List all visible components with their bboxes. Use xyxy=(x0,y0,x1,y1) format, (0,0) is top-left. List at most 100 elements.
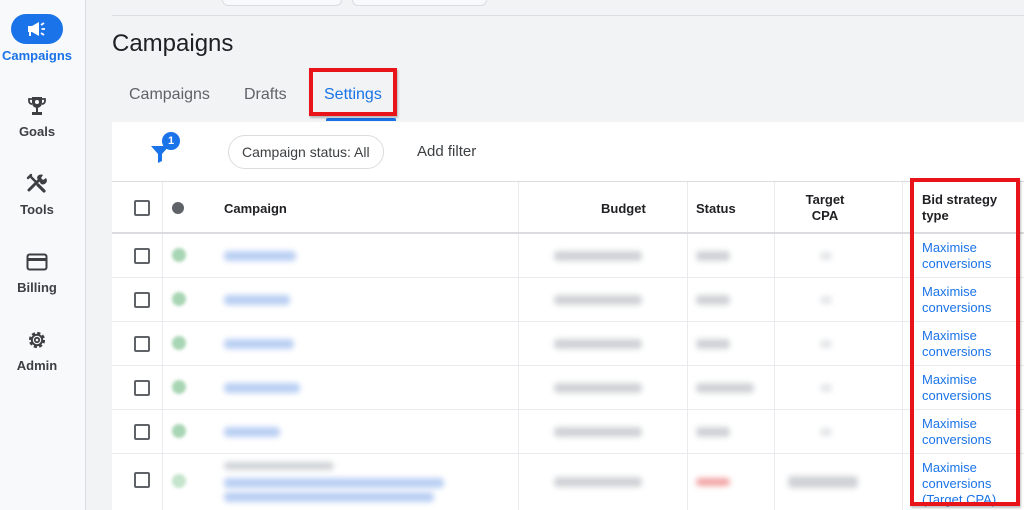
budget-redacted xyxy=(554,383,642,393)
bid-strategy-line: Maximise xyxy=(922,284,977,299)
select-all-checkbox[interactable] xyxy=(134,200,150,216)
status-redacted xyxy=(696,339,730,349)
budget-redacted xyxy=(554,427,642,437)
bid-strategy-line: conversions xyxy=(922,432,992,447)
active-indicator xyxy=(11,14,63,44)
status-redacted xyxy=(696,383,754,393)
table-row[interactable]: Maximise conversions xyxy=(112,234,1024,278)
sidebar-item-billing[interactable]: Billing xyxy=(0,250,74,295)
trophy-icon xyxy=(28,97,46,115)
sidebar-item-label: Tools xyxy=(20,202,54,217)
toolbar-chip[interactable] xyxy=(222,0,342,6)
table-row[interactable]: Maximise conversions (Target CPA) xyxy=(112,454,1024,510)
credit-card-icon xyxy=(26,253,48,271)
bid-strategy-line: Maximise xyxy=(922,372,977,387)
app-root: Campaigns Goals Tools Billing Admin Camp… xyxy=(0,0,1024,510)
sidebar-item-label: Campaigns xyxy=(1,48,73,63)
column-header-status[interactable]: Status xyxy=(696,182,736,234)
column-header-target-cpa[interactable]: Target CPA xyxy=(792,182,858,234)
target-cpa-redacted xyxy=(820,296,832,304)
bid-strategy-line: Maximise xyxy=(922,416,977,431)
table-row[interactable]: Maximise conversions xyxy=(112,366,1024,410)
campaign-table-panel: 1 Campaign status: All Add filter Campai… xyxy=(112,122,1024,510)
sidebar-item-label: Goals xyxy=(18,124,56,139)
status-redacted xyxy=(696,251,730,261)
filter-button[interactable]: 1 xyxy=(150,132,180,168)
target-cpa-redacted xyxy=(820,384,832,392)
toolbar-chip[interactable] xyxy=(352,0,487,6)
status-dot xyxy=(172,424,186,438)
tools-icon xyxy=(26,173,47,193)
megaphone-icon xyxy=(28,22,45,36)
campaign-name-redacted[interactable] xyxy=(224,339,294,349)
target-cpa-redacted xyxy=(820,340,832,348)
status-dot xyxy=(172,292,186,306)
bid-strategy-link[interactable]: Maximise conversions xyxy=(922,240,991,272)
row-checkbox[interactable] xyxy=(134,380,150,396)
bid-strategy-line: conversions xyxy=(922,476,992,491)
table-row[interactable]: Maximise conversions xyxy=(112,278,1024,322)
filter-bar: 1 Campaign status: All Add filter xyxy=(112,122,1024,182)
bid-strategy-line: conversions xyxy=(922,300,992,315)
row-checkbox[interactable] xyxy=(134,292,150,308)
status-redacted xyxy=(696,295,730,305)
bid-strategy-link[interactable]: Maximise conversions xyxy=(922,372,991,404)
campaign-name-redacted[interactable] xyxy=(224,427,280,437)
sidebar-item-admin[interactable]: Admin xyxy=(0,328,74,373)
campaign-name-redacted[interactable] xyxy=(224,478,444,488)
column-header-bid-strategy-type[interactable]: Bid strategy type xyxy=(922,182,997,234)
bid-strategy-line: Maximise xyxy=(922,460,977,475)
sidebar-item-tools[interactable]: Tools xyxy=(0,172,74,217)
sidebar-item-goals[interactable]: Goals xyxy=(0,94,74,139)
table-row[interactable]: Maximise conversions xyxy=(112,322,1024,366)
campaign-name-redacted[interactable] xyxy=(224,251,296,261)
tab-settings[interactable]: Settings xyxy=(324,86,382,104)
gear-icon xyxy=(28,331,46,349)
column-header-budget[interactable]: Budget xyxy=(601,182,646,234)
header-label-line: Target xyxy=(805,192,845,207)
table-row[interactable]: Maximise conversions xyxy=(112,410,1024,454)
target-cpa-redacted xyxy=(820,428,832,436)
bid-strategy-line: (Target CPA) xyxy=(922,492,997,507)
sidebar-nav: Campaigns Goals Tools Billing Admin xyxy=(0,0,86,510)
row-checkbox[interactable] xyxy=(134,424,150,440)
filter-count-badge: 1 xyxy=(162,132,180,150)
sidebar-item-label: Admin xyxy=(16,358,58,373)
campaign-name-redacted[interactable] xyxy=(224,383,300,393)
row-checkbox[interactable] xyxy=(134,248,150,264)
target-cpa-redacted xyxy=(788,476,858,488)
target-cpa-redacted xyxy=(820,252,832,260)
budget-redacted xyxy=(554,339,642,349)
bid-strategy-line: Maximise xyxy=(922,240,977,255)
header-label-line: Bid strategy xyxy=(922,192,998,207)
active-tab-underline xyxy=(326,118,396,121)
tab-drafts[interactable]: Drafts xyxy=(244,86,287,104)
header-label-line: CPA xyxy=(811,208,839,223)
row-checkbox[interactable] xyxy=(134,472,150,488)
top-toolbar-strip xyxy=(112,0,1024,16)
campaign-name-redacted[interactable] xyxy=(224,492,434,502)
add-filter-button[interactable]: Add filter xyxy=(417,143,476,160)
status-dot xyxy=(172,336,186,350)
column-header-campaign[interactable]: Campaign xyxy=(224,182,287,234)
campaign-type-redacted xyxy=(224,462,334,470)
bid-strategy-link[interactable]: Maximise conversions xyxy=(922,328,991,360)
budget-redacted xyxy=(554,251,642,261)
bid-strategy-link[interactable]: Maximise conversions xyxy=(922,284,991,316)
row-checkbox[interactable] xyxy=(134,336,150,352)
tab-campaigns[interactable]: Campaigns xyxy=(129,86,210,104)
bid-strategy-link[interactable]: Maximise conversions (Target CPA) xyxy=(922,460,996,508)
status-dot xyxy=(172,380,186,394)
bid-strategy-line: Maximise xyxy=(922,328,977,343)
status-dot xyxy=(172,248,186,262)
budget-redacted xyxy=(554,477,642,487)
bid-strategy-line: conversions xyxy=(922,388,992,403)
sidebar-item-label: Billing xyxy=(17,280,57,295)
bid-strategy-link[interactable]: Maximise conversions xyxy=(922,416,991,448)
sidebar-item-campaigns[interactable]: Campaigns xyxy=(0,14,74,63)
page-title: Campaigns xyxy=(112,30,234,57)
campaign-name-redacted[interactable] xyxy=(224,295,290,305)
budget-redacted xyxy=(554,295,642,305)
status-dot xyxy=(172,474,186,488)
campaign-status-chip[interactable]: Campaign status: All xyxy=(228,135,384,169)
